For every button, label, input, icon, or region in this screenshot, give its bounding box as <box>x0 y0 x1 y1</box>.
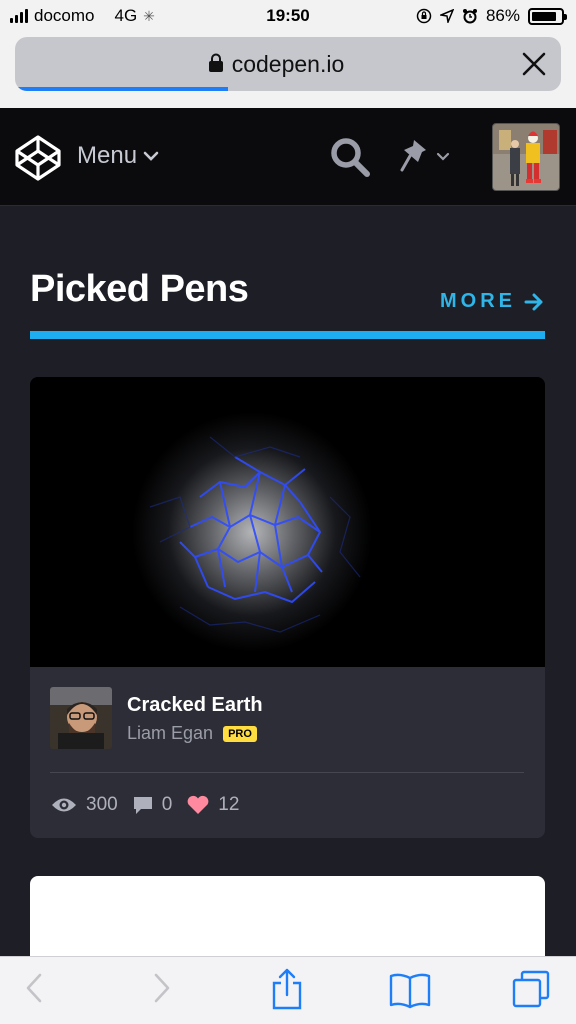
back-icon[interactable] <box>24 971 44 1005</box>
heart-icon <box>187 795 209 814</box>
chevron-down-icon <box>436 152 450 161</box>
arrow-right-icon <box>524 293 543 310</box>
menu-label: Menu <box>77 142 138 169</box>
author-avatar[interactable] <box>50 687 112 749</box>
load-progress-bar <box>15 87 228 91</box>
stop-loading-icon[interactable] <box>521 51 547 77</box>
comments-count: 0 <box>161 794 173 815</box>
user-avatar[interactable] <box>492 123 560 191</box>
codepen-logo-icon[interactable] <box>14 134 62 182</box>
tabs-icon[interactable] <box>511 969 551 1009</box>
status-bar: docomo 4G ✳ 19:50 86% <box>0 0 576 32</box>
orientation-lock-icon <box>416 8 432 24</box>
eye-icon <box>52 798 76 812</box>
views-count: 300 <box>86 794 118 815</box>
more-link[interactable]: MORE <box>440 290 544 313</box>
divider <box>50 772 524 773</box>
battery-icon <box>528 7 567 25</box>
chevron-down-icon <box>143 151 159 161</box>
more-label: MORE <box>440 290 516 312</box>
comment-icon <box>133 797 152 814</box>
menu-button[interactable]: Menu <box>77 142 159 170</box>
pen-info: Cracked Earth Liam Egan PRO 300 0 12 <box>30 667 545 838</box>
cracked-earth-preview-image <box>30 377 545 667</box>
pen-title[interactable]: Cracked Earth <box>127 694 263 717</box>
likes-count: 12 <box>218 794 240 815</box>
section-underline <box>30 331 545 339</box>
location-icon <box>439 9 454 23</box>
search-icon[interactable] <box>329 136 371 178</box>
pen-stats: 300 0 12 <box>50 794 239 816</box>
views-stat: 300 <box>50 794 118 816</box>
battery-level <box>532 11 557 21</box>
alarm-icon <box>462 9 477 24</box>
pen-preview[interactable] <box>30 377 545 667</box>
pen-card[interactable]: Cracked Earth Liam Egan PRO 300 0 12 <box>30 377 545 838</box>
share-icon[interactable] <box>270 967 304 1011</box>
pins-button[interactable] <box>400 136 450 176</box>
url-text: codepen.io <box>231 51 345 77</box>
pin-icon <box>400 140 426 172</box>
browser-chrome: codepen.io <box>0 32 576 108</box>
bookmarks-icon[interactable] <box>389 971 431 1009</box>
comments-stat[interactable]: 0 <box>132 794 173 816</box>
address-bar[interactable]: codepen.io <box>15 37 561 91</box>
pro-badge: PRO <box>223 725 257 742</box>
pen-author: Liam Egan PRO <box>127 723 257 744</box>
site-header: Menu <box>0 108 576 206</box>
battery-percent: 86% <box>485 6 520 25</box>
author-name[interactable]: Liam Egan <box>127 723 213 744</box>
section-title: Picked Pens <box>30 268 249 310</box>
likes-stat[interactable]: 12 <box>186 794 239 816</box>
browser-toolbar <box>0 956 576 1024</box>
forward-icon[interactable] <box>152 971 172 1005</box>
